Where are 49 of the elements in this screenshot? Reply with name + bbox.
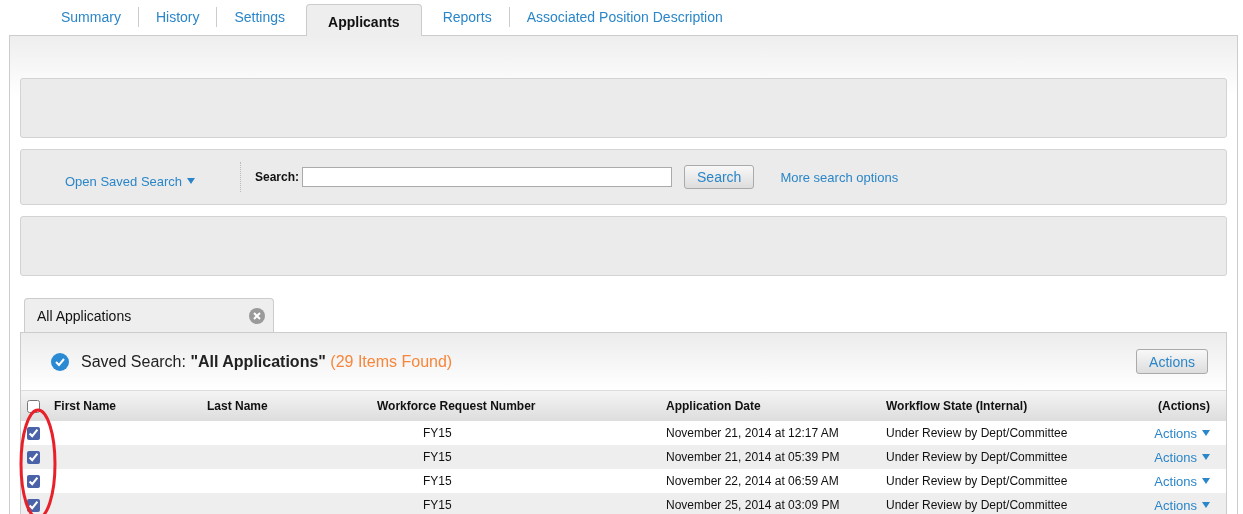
- column-header: First Name: [53, 399, 118, 413]
- results-tab[interactable]: All Applications: [24, 298, 274, 332]
- table-cell-text: FY15: [422, 426, 453, 440]
- search-label: Search:: [255, 170, 300, 184]
- tab[interactable]: Summary: [44, 7, 138, 27]
- saved-search-link[interactable]: Open Saved Search: [65, 173, 225, 189]
- tab[interactable]: Settings: [216, 7, 303, 27]
- table-cell-text: November 21, 2014 at 12:17 AM: [665, 426, 840, 440]
- column-header: (Actions): [1157, 399, 1211, 413]
- close-icon[interactable]: [249, 307, 265, 324]
- actions-link[interactable]: Actions: [1154, 449, 1210, 465]
- caret-icon: [1202, 454, 1210, 460]
- saved-search-title: Saved Search: "All Applications" (29 Items Found): [81, 352, 454, 371]
- checkbox[interactable]: [27, 499, 40, 513]
- column-header: Workflow State (Internal): [885, 399, 1029, 413]
- caret-icon: [1202, 478, 1210, 484]
- tab[interactable]: Associated Position Description: [508, 7, 740, 27]
- table-cell-text: Under Review by Dept/Committee: [885, 474, 1069, 488]
- table-cell-text: Under Review by Dept/Committee: [885, 426, 1069, 440]
- actions-link[interactable]: Actions: [1154, 473, 1210, 489]
- search-field[interactable]: [302, 167, 673, 187]
- table-cell-text: Under Review by Dept/Committee: [885, 498, 1069, 512]
- caret-icon: [187, 178, 196, 184]
- tab[interactable]: History: [137, 7, 217, 27]
- checkbox[interactable]: [27, 451, 40, 465]
- table-cell-text: Under Review by Dept/Committee: [885, 450, 1069, 464]
- caret-icon: [1202, 430, 1210, 436]
- search-button[interactable]: Search: [684, 165, 755, 189]
- table-cell-text: November 21, 2014 at 05:39 PM: [665, 450, 841, 464]
- table-cell-text: November 22, 2014 at 06:59 AM: [665, 474, 840, 488]
- table-cell-text: FY15: [422, 474, 453, 488]
- column-header: Last Name: [206, 399, 269, 413]
- column-header: Workforce Request Number: [376, 399, 537, 413]
- checkbox[interactable]: [27, 427, 40, 441]
- more-search-options-link[interactable]: More search options: [780, 169, 899, 185]
- tab-label: All Applications: [37, 307, 132, 324]
- actions-link[interactable]: Actions: [1154, 425, 1210, 441]
- check-circle-icon: [51, 352, 69, 371]
- table-cell-text: FY15: [422, 498, 453, 512]
- actions-link[interactable]: Actions: [1154, 497, 1210, 513]
- tab[interactable]: Reports: [425, 7, 509, 27]
- checkbox[interactable]: [27, 400, 40, 414]
- actions-button[interactable]: Actions: [1136, 349, 1208, 374]
- caret-icon: [1202, 502, 1210, 508]
- column-header: Application Date: [665, 399, 762, 413]
- tab[interactable]: Applicants: [306, 4, 422, 36]
- table-cell-text: FY15: [422, 450, 453, 464]
- table-cell-text: November 25, 2014 at 03:09 PM: [665, 498, 841, 512]
- checkbox[interactable]: [27, 475, 40, 489]
